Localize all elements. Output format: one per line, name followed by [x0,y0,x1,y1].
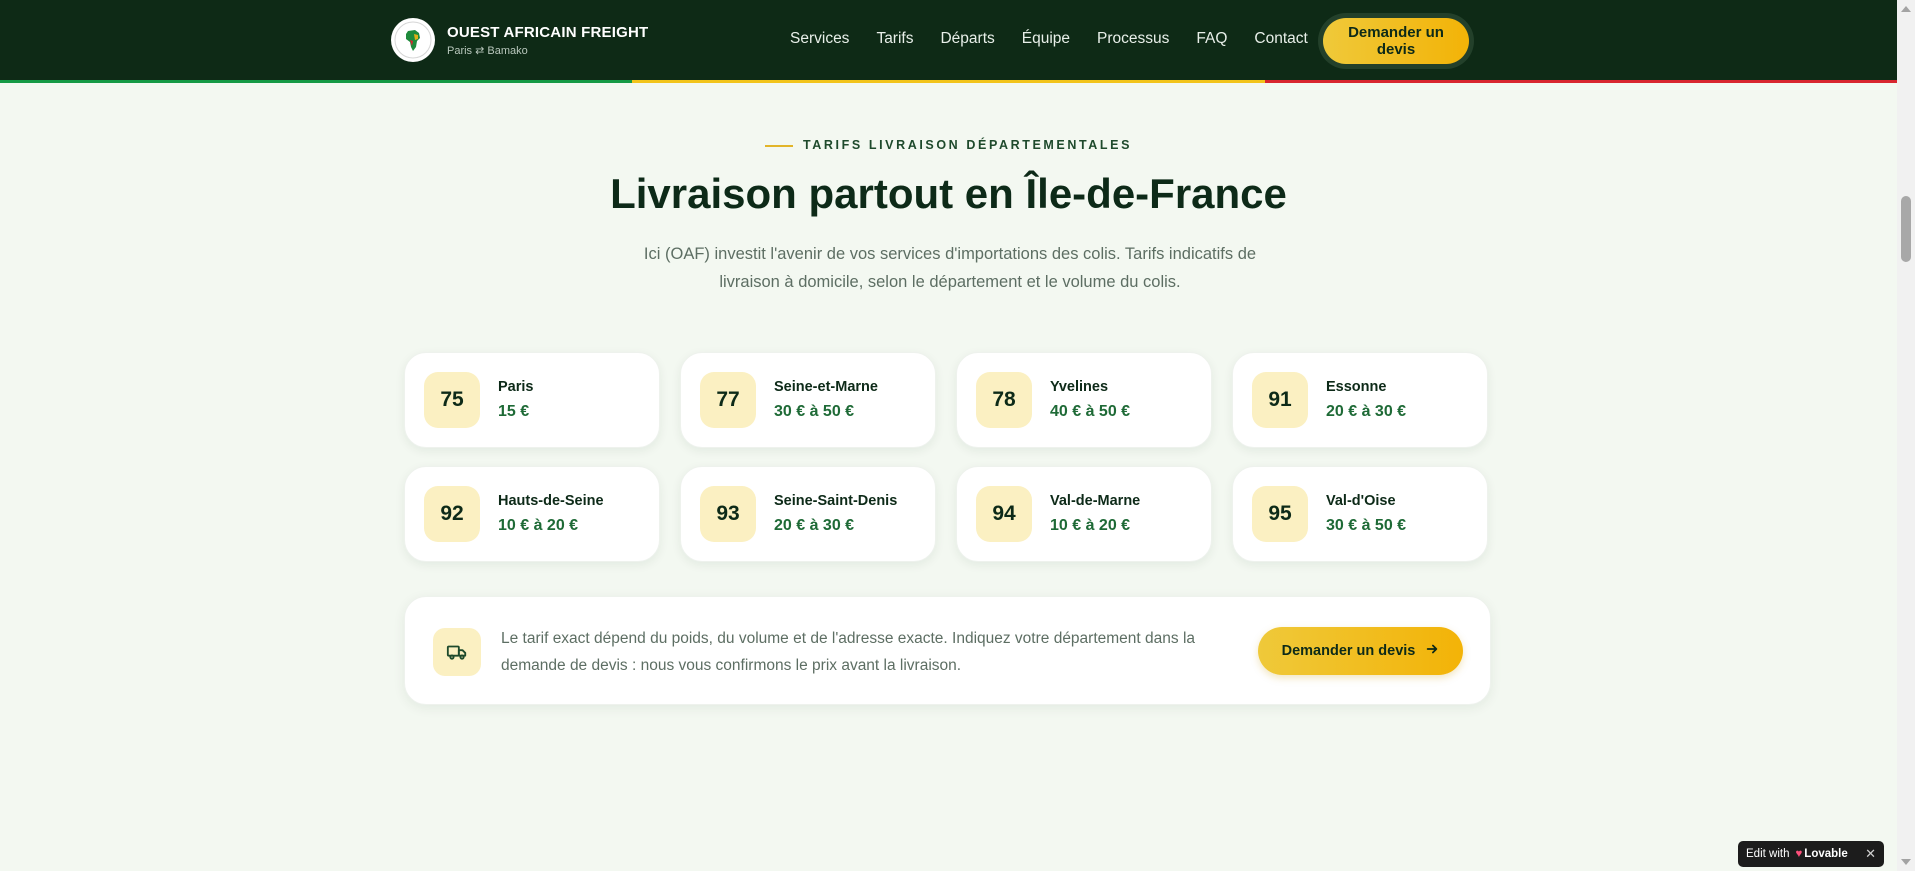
department-name: Val-d'Oise [1326,493,1396,509]
department-code-badge: 94 [976,486,1032,542]
header-quote-button[interactable]: Demander un devis [1323,18,1469,64]
lovable-heart-icon: ♥ [1795,848,1803,860]
scroll-down-arrow-icon[interactable] [1901,859,1911,865]
department-code-badge: 77 [700,372,756,428]
pricing-info-text: Le tarif exact dépend du poids, du volum… [501,630,1196,674]
department-code-badge: 78 [976,372,1032,428]
department-price: 10 € à 20 € [498,517,579,534]
nav-link-processus[interactable]: Processus [1097,30,1169,48]
info-quote-button[interactable]: Demander un devis [1258,627,1463,675]
pricing-info-box: Le tarif exact dépend du poids, du volum… [404,596,1491,705]
department-price: 30 € à 50 € [774,403,855,420]
department-price: 10 € à 20 € [1050,517,1131,534]
department-card-91: 91 Essonne 20 € à 30 € [1232,352,1488,448]
header-cta-wrapper: Demander un devis [1318,13,1474,69]
department-code-badge: 93 [700,486,756,542]
scroll-up-arrow-icon[interactable] [1901,6,1911,12]
department-code-badge: 95 [1252,486,1308,542]
department-name: Yvelines [1050,379,1109,395]
brand-home-link[interactable]: OUEST AFRICAIN FREIGHT Paris ⇄ Bamako [391,18,648,62]
section-subtitle: Ici (OAF) investit l'avenir de vos servi… [643,245,1257,291]
department-card-92: 92 Hauts-de-Seine 10 € à 20 € [404,466,660,562]
nav-link-faq[interactable]: FAQ [1196,30,1227,48]
brand-subtitle: Paris ⇄ Bamako [447,44,528,57]
department-name: Val-de-Marne [1050,493,1141,509]
page: OUEST AFRICAIN FREIGHT Paris ⇄ Bamako Se… [0,0,1897,871]
vertical-scrollbar[interactable] [1897,0,1915,871]
tricolor-stripe [0,80,1897,83]
eyebrow-dash [764,144,793,147]
stripe-yellow [632,80,1265,83]
nav-link-departs[interactable]: Départs [940,30,994,48]
scrollbar-thumb[interactable] [1901,196,1911,262]
nav-link-tarifs[interactable]: Tarifs [876,30,913,48]
top-navbar: OUEST AFRICAIN FREIGHT Paris ⇄ Bamako Se… [0,0,1897,80]
arrow-right-icon [1425,642,1439,660]
nav-link-contact[interactable]: Contact [1254,30,1307,48]
department-price: 20 € à 30 € [774,517,855,534]
department-price: 30 € à 50 € [1326,517,1407,534]
lovable-edit-with: Edit with [1746,848,1790,860]
main-nav: Services Tarifs Départs Équipe Processus… [790,30,1308,48]
department-name: Paris [498,379,534,395]
department-name: Seine-et-Marne [774,379,878,395]
department-card-78: 78 Yvelines 40 € à 50 € [956,352,1212,448]
department-card-93: 93 Seine-Saint-Denis 20 € à 30 € [680,466,936,562]
section-title: Livraison partout en Île-de-France [610,170,1287,217]
department-card-77: 77 Seine-et-Marne 30 € à 50 € [680,352,936,448]
department-name: Hauts-de-Seine [498,493,604,509]
department-card-75: 75 Paris 15 € [404,352,660,448]
nav-link-services[interactable]: Services [790,30,849,48]
department-card-94: 94 Val-de-Marne 10 € à 20 € [956,466,1212,562]
section-eyebrow: TARIFS LIVRAISON DÉPARTEMENTALES [0,138,1897,152]
department-code-badge: 91 [1252,372,1308,428]
stripe-green [0,80,633,83]
department-price: 40 € à 50 € [1050,403,1131,420]
department-price: 15 € [498,403,530,420]
brand-name: OUEST AFRICAIN FREIGHT [447,23,649,41]
nav-link-equipe[interactable]: Équipe [1022,30,1070,48]
eyebrow-text: TARIFS LIVRAISON DÉPARTEMENTALES [802,138,1133,152]
africa-logo-icon [391,18,435,62]
department-code-badge: 75 [424,372,480,428]
department-name: Essonne [1326,379,1387,395]
lovable-brand: Lovable [1804,848,1848,860]
department-card-95: 95 Val-d'Oise 30 € à 50 € [1232,466,1488,562]
info-quote-label: Demander un devis [1281,643,1416,659]
close-icon[interactable]: ✕ [1865,846,1876,862]
stripe-red [1264,80,1897,83]
truck-icon [433,628,481,676]
department-name: Seine-Saint-Denis [774,493,898,509]
lovable-edit-badge[interactable]: Edit with ♥ Lovable ✕ [1738,841,1884,867]
department-code-badge: 92 [424,486,480,542]
department-price: 20 € à 30 € [1326,403,1407,420]
